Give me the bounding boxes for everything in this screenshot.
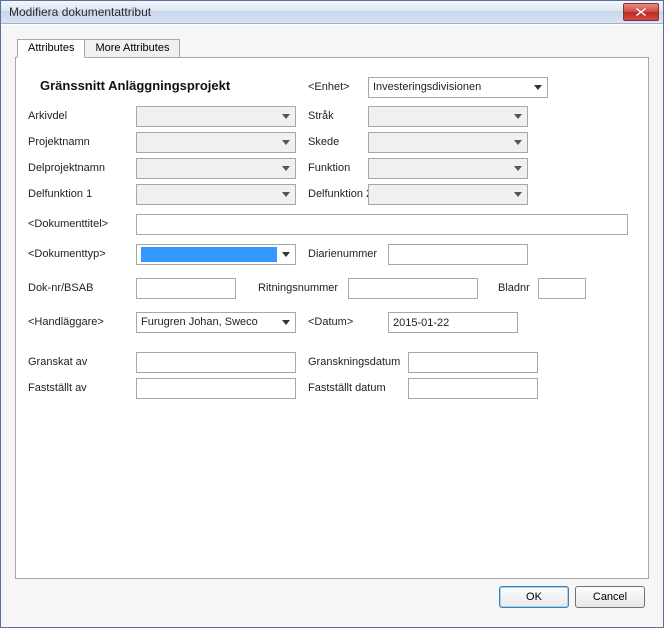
- chevron-down-icon: [278, 247, 293, 262]
- select-handlaggare-value: Furugren Johan, Sweco: [141, 315, 277, 330]
- select-arkivdel[interactable]: [136, 106, 296, 127]
- label-projektnamn: Projektnamn: [28, 136, 90, 148]
- input-bladnr[interactable]: [538, 278, 586, 299]
- chevron-down-icon: [278, 135, 293, 150]
- input-granskatav[interactable]: [136, 352, 296, 373]
- label-ritningsnummer: Ritningsnummer: [258, 282, 338, 294]
- dialog-footer: OK Cancel: [15, 579, 649, 615]
- input-dokumenttitel[interactable]: [136, 214, 628, 235]
- input-faststalldatum[interactable]: [408, 378, 538, 399]
- select-projektnamn[interactable]: [136, 132, 296, 153]
- chevron-down-icon: [278, 161, 293, 176]
- label-delfunktion2: Delfunktion 2: [308, 188, 372, 200]
- chevron-down-icon: [510, 135, 525, 150]
- input-ritningsnummer[interactable]: [348, 278, 478, 299]
- label-dokumenttyp: <Dokumenttyp>: [28, 248, 106, 260]
- input-diarienummer[interactable]: [388, 244, 528, 265]
- window-title: Modifiera dokumentattribut: [9, 5, 151, 19]
- cancel-button[interactable]: Cancel: [575, 586, 645, 608]
- select-delfunktion2[interactable]: [368, 184, 528, 205]
- select-funktion[interactable]: [368, 158, 528, 179]
- select-enhet-value: Investeringsdivisionen: [373, 80, 529, 95]
- form-grid: Gränssnitt Anläggningsprojekt <Enhet> In…: [28, 68, 636, 568]
- input-doknr[interactable]: [136, 278, 236, 299]
- close-icon: [636, 8, 646, 16]
- chevron-down-icon: [530, 80, 545, 95]
- label-skede: Skede: [308, 136, 339, 148]
- select-dokumenttyp[interactable]: [136, 244, 296, 265]
- label-faststallav: Fastställt av: [28, 382, 87, 394]
- select-delprojektnamn[interactable]: [136, 158, 296, 179]
- tab-panel-attributes: Gränssnitt Anläggningsprojekt <Enhet> In…: [15, 57, 649, 579]
- label-dokumenttitel: <Dokumenttitel>: [28, 218, 108, 230]
- chevron-down-icon: [510, 161, 525, 176]
- input-faststallav[interactable]: [136, 378, 296, 399]
- label-bladnr: Bladnr: [498, 282, 530, 294]
- dialog-window: Modifiera dokumentattribut Attributes Mo…: [0, 0, 664, 628]
- input-granskningsdatum[interactable]: [408, 352, 538, 373]
- label-granskningsdatum: Granskningsdatum: [308, 356, 400, 368]
- input-datum[interactable]: [388, 312, 518, 333]
- label-funktion: Funktion: [308, 162, 350, 174]
- select-arkivdel-value: [141, 109, 277, 124]
- label-doknr: Dok-nr/BSAB: [28, 282, 93, 294]
- label-handlaggare: <Handläggare>: [28, 316, 104, 328]
- label-delfunktion1: Delfunktion 1: [28, 188, 92, 200]
- chevron-down-icon: [510, 109, 525, 124]
- tab-more-attributes[interactable]: More Attributes: [84, 39, 180, 57]
- chevron-down-icon: [278, 187, 293, 202]
- titlebar: Modifiera dokumentattribut: [1, 1, 663, 24]
- select-skede[interactable]: [368, 132, 528, 153]
- select-enhet[interactable]: Investeringsdivisionen: [368, 77, 548, 98]
- label-faststalldatum: Fastställt datum: [308, 382, 386, 394]
- chevron-down-icon: [510, 187, 525, 202]
- label-granskatav: Granskat av: [28, 356, 87, 368]
- chevron-down-icon: [278, 109, 293, 124]
- label-strak: Stråk: [308, 110, 334, 122]
- ok-button[interactable]: OK: [499, 586, 569, 608]
- page-title: Gränssnitt Anläggningsprojekt: [40, 78, 230, 93]
- tab-attributes[interactable]: Attributes: [17, 39, 85, 58]
- tab-strip: Attributes More Attributes: [17, 39, 649, 57]
- chevron-down-icon: [278, 315, 293, 330]
- client-area: Attributes More Attributes Gränssnitt An…: [1, 24, 663, 627]
- label-diarienummer: Diarienummer: [308, 248, 377, 260]
- select-delfunktion1[interactable]: [136, 184, 296, 205]
- label-delprojektnamn: Delprojektnamn: [28, 162, 105, 174]
- label-datum: <Datum>: [308, 316, 353, 328]
- select-handlaggare[interactable]: Furugren Johan, Sweco: [136, 312, 296, 333]
- select-dokumenttyp-value: [141, 247, 277, 262]
- label-arkivdel: Arkivdel: [28, 110, 67, 122]
- label-enhet: <Enhet>: [308, 81, 350, 93]
- close-button[interactable]: [623, 3, 659, 21]
- select-strak[interactable]: [368, 106, 528, 127]
